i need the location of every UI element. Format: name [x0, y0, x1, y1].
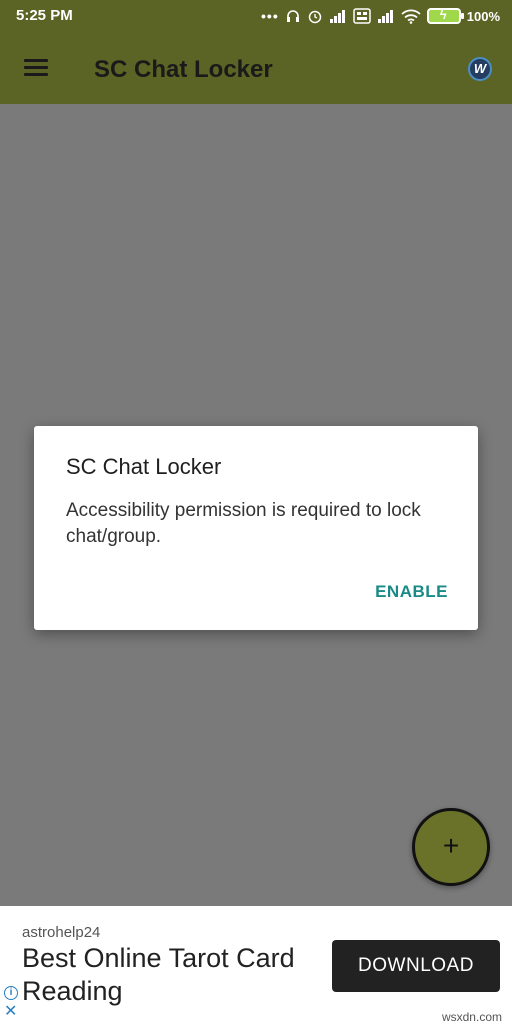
status-time: 5:25 PM: [16, 7, 73, 24]
wifi-icon: [401, 9, 421, 24]
dialog-title: SC Chat Locker: [66, 454, 222, 479]
dialog-message: Accessibility permission is required to …: [66, 500, 421, 547]
enable-button[interactable]: ENABLE: [375, 582, 448, 602]
status-icons: ••• ϟ 100%: [261, 5, 500, 27]
battery-percent: 100%: [466, 8, 500, 24]
battery-icon: ϟ: [426, 7, 464, 24]
web-badge-icon[interactable]: W: [468, 57, 492, 81]
more-dots-icon: •••: [261, 8, 279, 24]
app-bar: SC Chat Locker W: [0, 32, 512, 104]
add-button[interactable]: +: [412, 808, 490, 886]
ad-headline[interactable]: Best Online Tarot Card Reading: [22, 942, 332, 1008]
menu-icon[interactable]: [22, 57, 50, 79]
ad-close-icon[interactable]: ✕: [4, 1004, 17, 1020]
alarm-icon: [308, 10, 321, 24]
ad-info-icon[interactable]: i: [4, 986, 18, 1000]
signal-icon: [329, 10, 345, 23]
volte-icon: [353, 8, 371, 24]
ad-banner[interactable]: astrohelp24 Best Online Tarot Card Readi…: [0, 906, 512, 1024]
download-button[interactable]: DOWNLOAD: [332, 940, 500, 992]
headphones-icon: [286, 10, 299, 22]
ad-advertiser: astrohelp24: [22, 924, 101, 941]
status-bar: 5:25 PM ••• ϟ 100%: [0, 0, 512, 32]
app-title: SC Chat Locker: [94, 56, 273, 83]
signal-icon: [377, 10, 393, 23]
permission-dialog: SC Chat Locker Accessibility permission …: [34, 426, 478, 630]
watermark: wsxdn.com: [441, 1010, 502, 1024]
